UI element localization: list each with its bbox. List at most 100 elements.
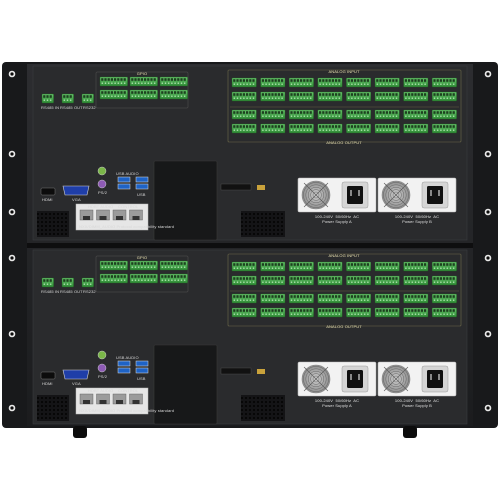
terminal-pin xyxy=(252,309,255,312)
terminal-screw xyxy=(367,83,369,85)
terminal-pin xyxy=(107,91,110,94)
terminal-pin xyxy=(83,279,86,282)
terminal-screw xyxy=(167,95,170,97)
inlet-pin xyxy=(358,190,360,196)
terminal-pin xyxy=(183,91,186,94)
gpio-terminal xyxy=(159,260,188,271)
terminal-pin xyxy=(392,295,395,298)
terminal-screw xyxy=(268,97,271,99)
terminal-screw xyxy=(300,83,302,85)
control-label: CONTROL xyxy=(118,204,139,209)
terminal-screw xyxy=(440,97,442,99)
terminal-screw xyxy=(303,83,306,85)
terminal-screw xyxy=(120,95,123,97)
terminal-pin xyxy=(392,125,395,128)
terminal-screw xyxy=(325,97,328,99)
terminal-pin xyxy=(417,79,420,82)
terminal-screw xyxy=(239,313,242,316)
terminal-pin xyxy=(300,93,303,96)
terminal-pin xyxy=(164,262,167,265)
terminal-screw xyxy=(347,267,350,270)
terminal-pin xyxy=(385,295,388,298)
terminal-pin xyxy=(233,79,236,82)
terminal-pin xyxy=(183,275,186,278)
terminal-screw xyxy=(150,82,153,84)
terminal-screw xyxy=(443,97,445,99)
terminal-screw xyxy=(137,95,140,97)
terminal-pin xyxy=(395,295,398,298)
terminal-pin xyxy=(376,93,379,96)
terminal-pin xyxy=(363,295,366,298)
terminal-screw xyxy=(354,129,356,131)
terminal-pin xyxy=(414,295,417,298)
terminal-pin xyxy=(252,263,255,266)
terminal-pin xyxy=(392,277,395,280)
terminal-screw xyxy=(271,83,274,85)
terminal-screw xyxy=(395,299,398,302)
terminal-screw xyxy=(332,299,334,302)
terminal-screw xyxy=(436,281,439,284)
terminal-screw xyxy=(306,97,309,99)
usb-audio-label: USB AUDIO xyxy=(116,355,139,360)
terminal-screw xyxy=(252,267,255,270)
terminal-pin xyxy=(328,79,331,82)
terminal-screw xyxy=(239,129,242,131)
terminal-pin xyxy=(233,111,236,114)
terminal-pin xyxy=(236,93,239,96)
terminal-pin xyxy=(177,78,180,81)
terminal-screw xyxy=(379,129,382,131)
terminal-screw xyxy=(357,97,360,99)
terminal-pin xyxy=(252,79,255,82)
terminal-screw xyxy=(268,267,271,270)
terminal-pin xyxy=(140,78,143,81)
terminal-screw xyxy=(171,95,173,97)
terminal-screw xyxy=(376,267,379,270)
terminal-screw xyxy=(408,83,410,85)
terminal-screw xyxy=(446,313,449,316)
terminal-pin xyxy=(392,79,395,82)
terminal-pin xyxy=(366,79,369,82)
terminal-pin xyxy=(414,93,417,96)
terminal-screw xyxy=(147,82,150,84)
terminal-pin xyxy=(309,277,312,280)
terminal-screw xyxy=(325,299,328,302)
terminal-screw xyxy=(395,281,398,284)
ps2-port-mouse xyxy=(97,350,107,360)
terminal-pin xyxy=(439,79,442,82)
terminal-screw xyxy=(297,115,299,117)
terminal-pin xyxy=(366,309,369,312)
terminal-pin xyxy=(306,263,309,266)
terminal-screw xyxy=(421,129,423,131)
power-inlet xyxy=(347,370,363,388)
terminal-pin xyxy=(449,295,452,298)
terminal-screw xyxy=(408,313,410,316)
terminal-screw xyxy=(424,115,426,117)
terminal-screw xyxy=(281,313,283,316)
terminal-screw xyxy=(449,267,452,270)
terminal-screw xyxy=(278,83,280,85)
gpio-terminal xyxy=(129,89,158,100)
terminal-pin xyxy=(408,277,411,280)
terminal-screw xyxy=(153,82,156,84)
terminal-pin xyxy=(104,262,107,265)
terminal-pin xyxy=(452,111,455,114)
terminal-screw xyxy=(332,83,334,85)
terminal-screw xyxy=(376,281,379,284)
ps2-port-keyboard xyxy=(97,179,107,189)
terminal-screw xyxy=(449,299,452,302)
terminal-screw xyxy=(137,279,140,282)
terminal-screw xyxy=(335,281,337,284)
terminal-pin xyxy=(274,277,277,280)
terminal-pin xyxy=(249,93,252,96)
terminal-pin xyxy=(379,263,382,266)
terminal-screw xyxy=(300,267,302,270)
terminal-pin xyxy=(236,79,239,82)
terminal-pin xyxy=(436,309,439,312)
terminal-screw xyxy=(446,97,449,99)
terminal-screw xyxy=(268,313,271,316)
usb-label: USB xyxy=(137,376,146,381)
terminal-pin xyxy=(252,277,255,280)
terminal-screw xyxy=(433,83,436,85)
terminal-pin xyxy=(376,79,379,82)
screw-hole-center xyxy=(10,332,14,336)
